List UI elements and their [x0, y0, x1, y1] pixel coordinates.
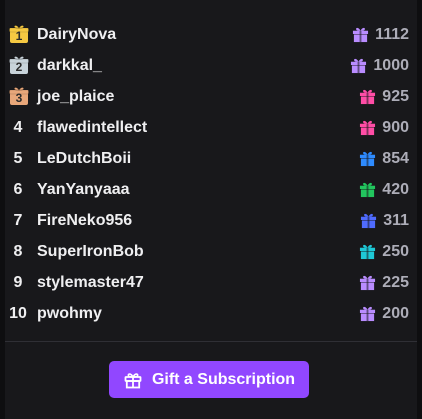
rank-number: 1 [15, 28, 23, 43]
leaderboard-row: 3 joe_plaice 925 [5, 81, 417, 112]
gift-count: 225 [359, 274, 409, 292]
rank-number: 8 [13, 242, 23, 260]
gift-icon [360, 182, 376, 198]
gift-icon [360, 151, 376, 167]
gift-icon [360, 275, 376, 291]
divider [5, 341, 417, 342]
leaderboard-list: 1 DairyNova 1112 2 darkkal_ 1000 3 joe_plaice 92… [5, 19, 417, 329]
gift-amount: 854 [382, 149, 409, 167]
gift-amount: 250 [382, 242, 409, 260]
gift-icon [124, 372, 142, 388]
username[interactable]: LeDutchBoii [37, 150, 131, 168]
username[interactable]: DairyNova [37, 26, 116, 44]
leaderboard-row: 5 LeDutchBoii 854 [5, 143, 417, 174]
leaderboard-row: 9 stylemaster47 225 [5, 267, 417, 298]
gift-icon [360, 306, 376, 322]
leaderboard-row: 1 DairyNova 1112 [5, 19, 417, 50]
rank-number: 3 [15, 90, 23, 105]
rank-number: 2 [15, 59, 23, 74]
username[interactable]: flawedintellect [37, 119, 147, 137]
gift-subscription-label: Gift a Subscription [151, 370, 296, 388]
gift-icon [361, 213, 377, 229]
leaderboard-row: 2 darkkal_ 1000 [5, 50, 417, 81]
gift-count: 925 [359, 88, 409, 106]
gift-icon [351, 58, 367, 74]
username[interactable]: joe_plaice [37, 88, 114, 106]
rank-number: 7 [13, 211, 23, 229]
gift-icon [360, 89, 376, 105]
gift-amount: 311 [383, 211, 409, 229]
gift-amount: 1000 [373, 56, 409, 74]
gift-leaderboard-panel: 1 DairyNova 1112 2 darkkal_ 1000 3 joe_plaice 92… [5, 0, 417, 419]
username[interactable]: SuperIronBob [37, 243, 144, 261]
username[interactable]: stylemaster47 [37, 274, 144, 292]
medal-icon: 1 [9, 24, 29, 44]
gift-amount: 925 [382, 87, 409, 105]
gift-count: 420 [359, 181, 409, 199]
gift-count: 854 [359, 150, 409, 168]
gift-subscription-button[interactable]: Gift a Subscription [109, 361, 309, 398]
gift-icon [360, 244, 376, 260]
gift-count: 900 [359, 119, 409, 137]
leaderboard-row: 7 FireNeko956 311 [5, 205, 417, 236]
gift-amount: 225 [382, 273, 409, 291]
gift-icon [360, 120, 376, 136]
gift-amount: 900 [382, 118, 409, 136]
gift-icon [353, 27, 369, 43]
leaderboard-row: 8 SuperIronBob 250 [5, 236, 417, 267]
gift-amount: 200 [382, 304, 409, 322]
gift-count: 200 [359, 305, 409, 323]
gift-count: 1112 [352, 26, 409, 44]
rank-number: 4 [13, 118, 23, 136]
rank-number: 9 [13, 273, 23, 291]
gift-amount: 1112 [375, 25, 409, 43]
leaderboard-row: 4 flawedintellect 900 [5, 112, 417, 143]
gift-count: 1000 [350, 57, 409, 75]
gift-amount: 420 [382, 180, 409, 198]
username[interactable]: pwohmy [37, 305, 102, 323]
rank-number: 10 [9, 304, 27, 322]
medal-icon: 3 [9, 86, 29, 106]
gift-count: 311 [360, 212, 409, 230]
rank-number: 5 [13, 149, 23, 167]
username[interactable]: YanYanyaaa [37, 181, 130, 199]
username[interactable]: FireNeko956 [37, 212, 132, 230]
username[interactable]: darkkal_ [37, 57, 102, 75]
medal-icon: 2 [9, 55, 29, 75]
gift-count: 250 [359, 243, 409, 261]
rank-number: 6 [13, 180, 23, 198]
leaderboard-row: 10 pwohmy 200 [5, 298, 417, 329]
leaderboard-row: 6 YanYanyaaa 420 [5, 174, 417, 205]
